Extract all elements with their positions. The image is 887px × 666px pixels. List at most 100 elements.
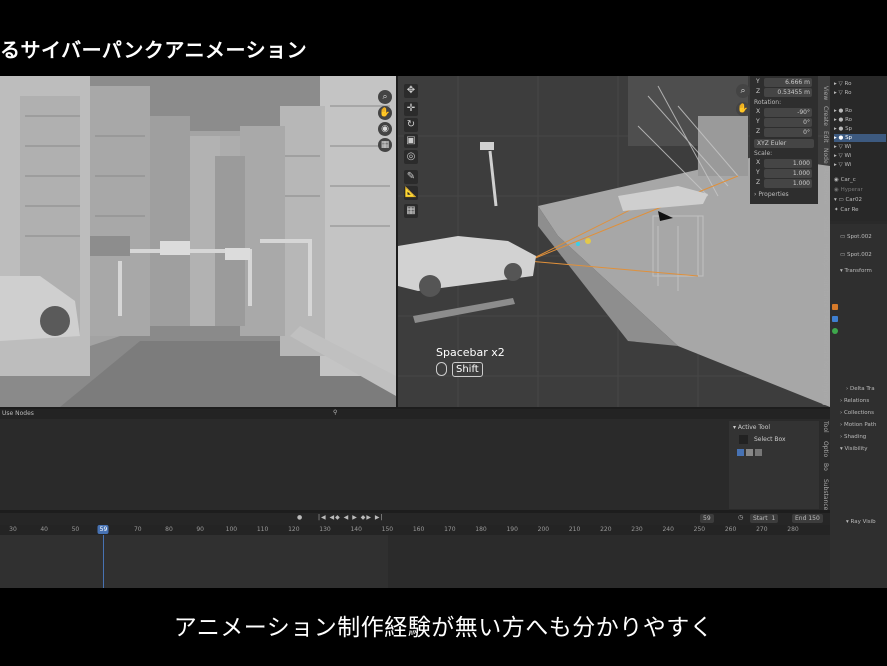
- timeline-tick-label: 160: [412, 526, 425, 533]
- scale-label: Scale:: [754, 150, 773, 157]
- timeline-tick-label: 70: [133, 526, 142, 533]
- pin-icon[interactable]: ⚲: [333, 409, 337, 416]
- n-sidebar-panel: Y 6.666 m Z 0.53455 m Rotation: X -90° Y 0° …: [750, 76, 818, 204]
- timeline-tick-label: 240: [662, 526, 674, 533]
- npanel-tab-hardops[interactable]: HardOps: [822, 244, 829, 270]
- timeline-tick-label: 180: [475, 526, 487, 533]
- select-box-icon[interactable]: [739, 435, 748, 444]
- npanel-tab-screencast-keys[interactable]: Screencast Keys: [822, 326, 829, 375]
- left-3d-viewport[interactable]: [0, 76, 396, 407]
- outliner-item[interactable]: ▸ ▽ Wi: [834, 161, 886, 169]
- outliner-item[interactable]: ▸ ▽ Wi: [834, 152, 886, 160]
- timeline-ruler[interactable]: 30 40 50 59 70 80 90 100 110 120 130 140 150 160 170 18…: [0, 525, 830, 535]
- properties-label: Properties: [758, 191, 789, 198]
- current-frame-field[interactable]: 59: [700, 514, 714, 523]
- add-cube-tool-icon[interactable]: ▦: [404, 204, 418, 218]
- editor-tab-bo[interactable]: Bo: [822, 463, 829, 471]
- timeline-tick-label: 280: [787, 526, 799, 533]
- timeline-tick-label: 140: [350, 526, 362, 533]
- scale-x-field[interactable]: 1.000: [764, 159, 812, 168]
- transform-tool-icon[interactable]: ◎: [404, 150, 418, 164]
- rotate-tool-icon[interactable]: ↻: [404, 118, 418, 132]
- camera-icon[interactable]: ◉: [378, 122, 392, 136]
- outliner-item[interactable]: ▸ ● Ro: [834, 107, 886, 115]
- end-frame-field[interactable]: End 150: [792, 514, 823, 523]
- playback-controls[interactable]: |◀ ◀◆ ◀ ▶ ◆▶ ▶|: [318, 514, 384, 521]
- delta-transform-section[interactable]: › Delta Tra: [846, 386, 887, 392]
- outliner-item[interactable]: ✦ Car Re: [834, 206, 886, 214]
- npanel-tab-create[interactable]: Create: [822, 106, 829, 126]
- frame-range-highlight: [0, 535, 388, 588]
- timeline-tick-label: 50: [71, 526, 80, 533]
- npanel-tab-view[interactable]: View: [822, 86, 829, 100]
- annotate-tool-icon[interactable]: ✎: [404, 170, 418, 184]
- outliner-item[interactable]: ▸ ▽ Ro: [834, 80, 886, 88]
- grid-icon[interactable]: ▦: [378, 138, 392, 152]
- move-tool-icon[interactable]: ✛: [404, 102, 418, 116]
- npanel-tab-scatter[interactable]: Scatter: [822, 216, 829, 238]
- scale-z-field[interactable]: 1.000: [764, 179, 812, 188]
- zoom-icon[interactable]: ⌕: [378, 90, 392, 104]
- object-props-icon[interactable]: [832, 304, 838, 310]
- rotation-y-field[interactable]: 0°: [764, 118, 812, 127]
- video-subtitle-caption: アニメーション制作経験が無い方へも分かりやすく: [173, 615, 714, 641]
- outliner-item[interactable]: ◉ Car_c: [834, 176, 886, 184]
- outliner-item[interactable]: ▸ ● Sp: [834, 125, 886, 133]
- mode-subtract-icon[interactable]: [755, 449, 762, 456]
- zoom-icon[interactable]: ⌕: [736, 84, 750, 98]
- start-frame-field[interactable]: Start 1: [750, 514, 779, 523]
- npanel-tab-edit[interactable]: Edit: [822, 131, 829, 143]
- timeline-tick-label: 90: [196, 526, 205, 533]
- rotation-z-field[interactable]: 0°: [764, 128, 812, 137]
- outliner-item[interactable]: ▸ ▽ Wi: [834, 143, 886, 151]
- scale-tool-icon[interactable]: ▣: [404, 134, 418, 148]
- motion-paths-section[interactable]: › Motion Path: [840, 422, 886, 428]
- data-name-field[interactable]: ▭ Spot.002: [840, 252, 886, 258]
- data-props-icon[interactable]: [832, 328, 838, 334]
- editor-tab-substance[interactable]: Substance: [822, 479, 829, 510]
- npanel-tab-substance[interactable]: Substance 3 Art: [822, 276, 829, 324]
- current-frame-indicator[interactable]: 59: [97, 525, 109, 534]
- visibility-section[interactable]: ▾ Visibility: [840, 446, 886, 452]
- npanel-tab-node[interactable]: Node: [822, 148, 829, 164]
- timeline-tracks[interactable]: [0, 535, 830, 588]
- transform-section[interactable]: ▾ Transform: [840, 268, 886, 274]
- npanel-tab-polygoniq[interactable]: polygoniq: [822, 376, 829, 405]
- shader-editor[interactable]: Use Nodes ⚲ ▾ Active Tool Select Box Too…: [0, 409, 830, 510]
- mode-new-icon[interactable]: [737, 449, 744, 456]
- tool-name-label: Select Box: [754, 436, 786, 443]
- outliner-item[interactable]: ▸ ▽ Ro: [834, 89, 886, 97]
- clock-icon[interactable]: ◷: [738, 514, 743, 521]
- object-name-field[interactable]: ▭ Spot.002: [840, 234, 886, 240]
- outliner-item[interactable]: ◉ Hyperar: [834, 186, 886, 194]
- ray-visibility-section[interactable]: ▾ Ray Visib: [846, 519, 887, 525]
- location-y-field[interactable]: 6.666 m: [764, 78, 812, 87]
- editor-tab-options[interactable]: Optio: [822, 441, 829, 457]
- scale-y-field[interactable]: 1.000: [764, 169, 812, 178]
- timeline-tick-label: 170: [444, 526, 456, 533]
- shading-section[interactable]: › Shading: [840, 434, 886, 440]
- modifier-props-icon[interactable]: [832, 316, 838, 322]
- relations-section[interactable]: › Relations: [840, 398, 886, 404]
- outliner[interactable]: ▸ ▽ Ro ▸ ▽ Ro ▸ ● Ro ▸ ● Ro ▸ ● Sp ▸ ● S…: [830, 76, 887, 221]
- cursor-tool-icon[interactable]: ✥: [404, 84, 418, 98]
- editor-tab-tool[interactable]: Tool: [822, 421, 829, 433]
- pan-hand-icon[interactable]: ✋: [736, 102, 750, 116]
- pan-hand-icon[interactable]: ✋: [378, 106, 392, 120]
- rotation-x-field[interactable]: -90°: [764, 108, 812, 117]
- outliner-item[interactable]: ▾ ▭ Car02: [834, 196, 886, 204]
- keyframe-dot-icon[interactable]: ●: [297, 514, 302, 521]
- use-nodes-label[interactable]: Use Nodes: [2, 410, 34, 417]
- active-tool-header[interactable]: ▾ Active Tool: [733, 424, 770, 431]
- rotation-mode-dropdown[interactable]: XYZ Euler: [754, 139, 814, 148]
- properties-section-header[interactable]: › Properties: [754, 191, 789, 198]
- timeline-tick-label: 210: [568, 526, 581, 533]
- location-z-field[interactable]: 0.53455 m: [764, 88, 812, 97]
- npanel-tab-atmosphere[interactable]: Atmosphere: [822, 168, 829, 204]
- playhead-line[interactable]: [103, 535, 105, 588]
- outliner-item-selected[interactable]: ▸ ● Sp: [834, 134, 886, 142]
- mode-extend-icon[interactable]: [746, 449, 753, 456]
- collections-section[interactable]: › Collections: [840, 410, 886, 416]
- measure-tool-icon[interactable]: 📐: [404, 186, 418, 200]
- outliner-item[interactable]: ▸ ● Ro: [834, 116, 886, 124]
